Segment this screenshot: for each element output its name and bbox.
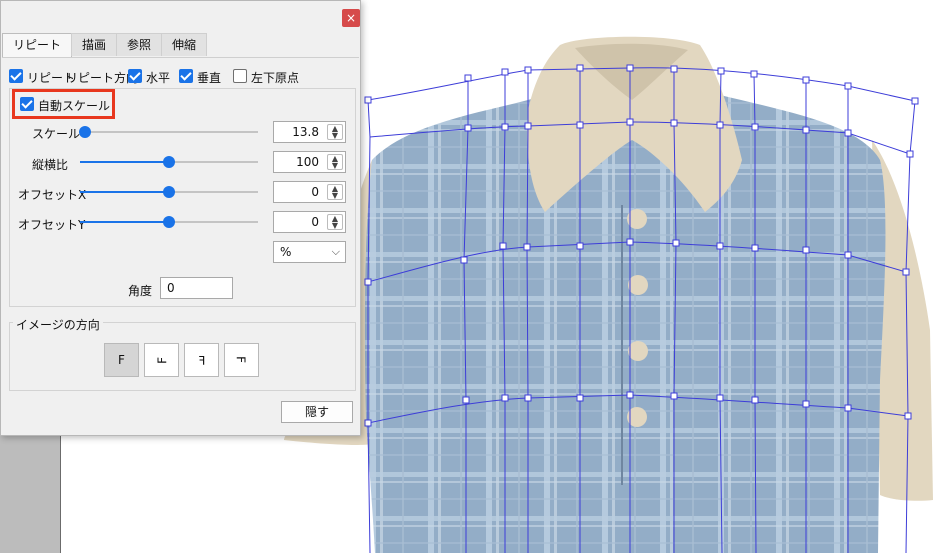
tab-bar: リピート 描画 参照 伸縮 [2, 33, 208, 58]
vertical-checkbox[interactable] [179, 69, 193, 83]
tab-reference[interactable]: 参照 [116, 33, 163, 56]
offset-x-value: 0 [311, 185, 319, 199]
angle-input[interactable]: 0 [160, 277, 233, 299]
spin-arrows-icon[interactable]: ▲ ▼ [327, 154, 343, 170]
scale-slider-thumb[interactable] [79, 126, 91, 138]
orientation-normal-button[interactable]: F [104, 343, 139, 377]
repeat-checkbox[interactable] [9, 69, 23, 83]
angle-label: 角度 [128, 284, 153, 298]
shirt-body [364, 95, 886, 553]
offset-y-value: 0 [311, 215, 319, 229]
orientation-rotate-270-button[interactable]: Ⅎ [224, 343, 259, 377]
offset-x-spinbox[interactable]: 0 ▲ ▼ [273, 181, 346, 203]
spin-arrows-icon[interactable]: ▲ ▼ [327, 214, 343, 230]
auto-scale-label: 自動スケール [38, 99, 111, 113]
scale-label: スケール [32, 127, 81, 141]
aspect-value: 100 [296, 155, 319, 169]
chevron-down-icon: ⌵ [331, 245, 340, 258]
offset-y-label: オフセットY [18, 218, 86, 232]
unit-select[interactable]: % ⌵ [273, 241, 346, 263]
bottom-left-origin-label: 左下原点 [251, 71, 300, 85]
hide-button[interactable]: 隠す [281, 401, 353, 423]
scale-spinbox[interactable]: 13.8 ▲ ▼ [273, 121, 346, 143]
tab-stretch[interactable]: 伸縮 [161, 33, 208, 56]
horizontal-label: 水平 [146, 71, 171, 85]
aspect-label: 縦横比 [32, 158, 69, 172]
orientation-rotate-90-button[interactable]: Ⅎ [144, 343, 179, 377]
vertical-label: 垂直 [197, 71, 222, 85]
aspect-spinbox[interactable]: 100 ▲ ▼ [273, 151, 346, 173]
aspect-slider-thumb[interactable] [163, 156, 175, 168]
orientation-rotate-180-button[interactable]: Ⅎ [184, 343, 219, 377]
horizontal-checkbox[interactable] [128, 69, 142, 83]
tab-repeat[interactable]: リピート [2, 33, 73, 58]
orientation-group-title: イメージの方向 [13, 316, 103, 333]
offset-x-slider-thumb[interactable] [163, 186, 175, 198]
repeat-dialog: × リピート 描画 参照 伸縮 リピート リピート方向 水平 垂直 左下原点 自… [0, 0, 361, 436]
offset-y-spinbox[interactable]: 0 ▲ ▼ [273, 211, 346, 233]
scale-value: 13.8 [292, 125, 319, 139]
tab-draw[interactable]: 描画 [71, 33, 118, 56]
close-button[interactable]: × [342, 9, 360, 27]
spin-arrows-icon[interactable]: ▲ ▼ [327, 124, 343, 140]
offset-x-label: オフセットX [18, 188, 87, 202]
offset-y-slider-thumb[interactable] [163, 216, 175, 228]
auto-scale-checkbox[interactable] [20, 97, 34, 111]
bottom-left-origin-checkbox[interactable] [233, 69, 247, 83]
angle-value: 0 [167, 281, 175, 295]
spin-arrows-icon[interactable]: ▲ ▼ [327, 184, 343, 200]
scale-slider-track[interactable] [84, 131, 258, 133]
unit-select-value: % [280, 245, 292, 259]
